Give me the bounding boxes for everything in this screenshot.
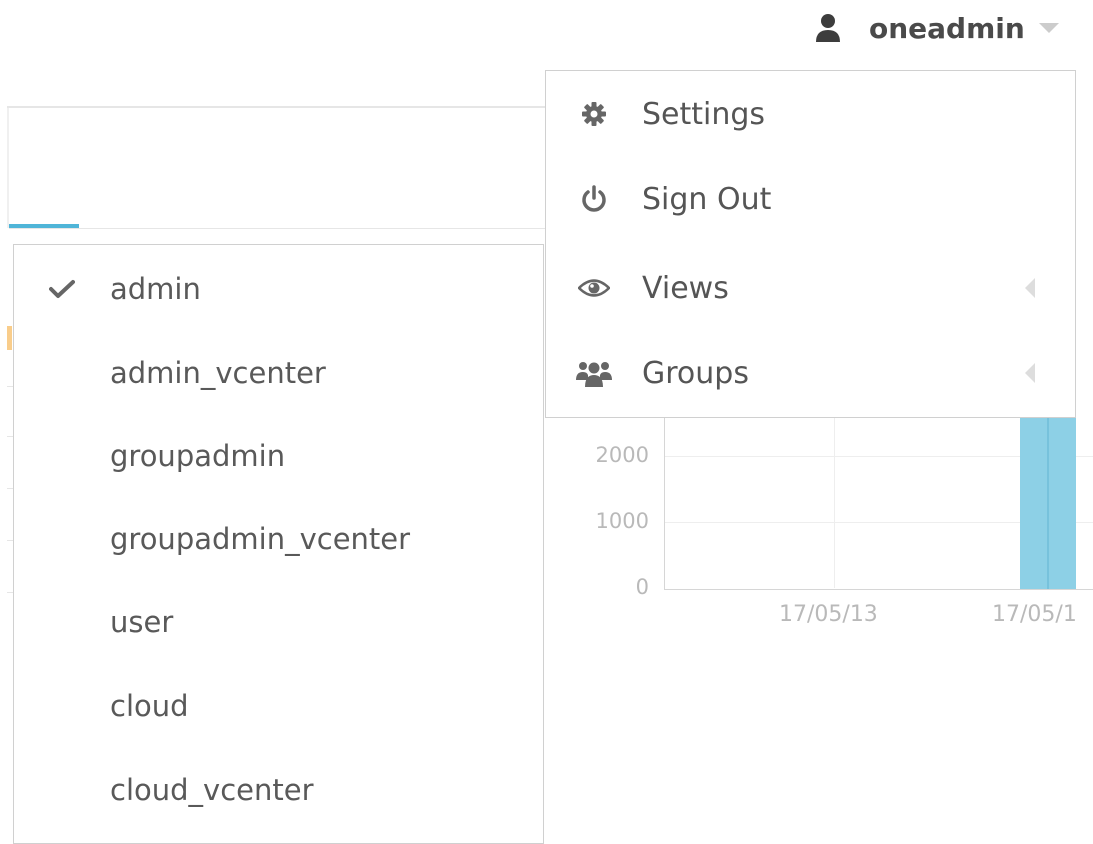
tab-divider bbox=[9, 228, 545, 229]
gear-icon bbox=[546, 101, 642, 127]
view-option-label: admin bbox=[110, 272, 201, 306]
view-option-label: cloud bbox=[110, 689, 189, 723]
y-tick-label: 0 bbox=[635, 575, 649, 599]
view-option-groupadmin[interactable]: groupadmin bbox=[14, 426, 543, 486]
status-marker bbox=[7, 326, 12, 350]
view-option-cloud-vcenter[interactable]: cloud_vcenter bbox=[14, 760, 543, 820]
menu-item-groups[interactable]: Groups bbox=[546, 343, 1075, 403]
view-option-admin-vcenter[interactable]: admin_vcenter bbox=[14, 343, 543, 403]
menu-item-label: Sign Out bbox=[642, 181, 772, 217]
users-icon bbox=[546, 358, 642, 388]
menu-item-label: Settings bbox=[642, 96, 766, 132]
chart-y-axis bbox=[664, 418, 665, 590]
menu-item-sign-out[interactable]: Sign Out bbox=[546, 169, 1075, 229]
x-tick-label: 17/05/13 bbox=[779, 602, 878, 627]
header-divider bbox=[7, 106, 547, 108]
submenu-arrow-icon bbox=[1025, 363, 1035, 383]
view-option-label: groupadmin bbox=[110, 439, 286, 473]
view-option-groupadmin-vcenter[interactable]: groupadmin_vcenter bbox=[14, 509, 543, 569]
menu-item-views[interactable]: Views bbox=[546, 258, 1075, 318]
panel-edge bbox=[7, 108, 9, 228]
usage-chart: 2000 1000 0 17/05/13 17/05/1 bbox=[545, 418, 1093, 648]
chart-x-axis bbox=[664, 589, 1093, 590]
view-option-cloud[interactable]: cloud bbox=[14, 676, 543, 736]
eye-icon bbox=[546, 277, 642, 299]
menu-item-label: Groups bbox=[642, 355, 749, 391]
submenu-arrow-icon bbox=[1025, 278, 1035, 298]
user-icon bbox=[815, 13, 845, 43]
y-tick-label: 2000 bbox=[595, 443, 649, 467]
chart-bar-divider bbox=[1047, 418, 1049, 589]
y-tick-label: 1000 bbox=[595, 509, 649, 533]
user-menu-toggle[interactable]: oneadmin bbox=[815, 10, 1059, 46]
view-option-label: admin_vcenter bbox=[110, 356, 326, 390]
view-option-label: user bbox=[110, 605, 174, 639]
menu-item-label: Views bbox=[642, 270, 729, 306]
power-icon bbox=[546, 185, 642, 213]
view-option-label: groupadmin_vcenter bbox=[110, 522, 411, 556]
view-option-label: cloud_vcenter bbox=[110, 773, 314, 807]
check-icon bbox=[14, 279, 110, 299]
caret-down-icon[interactable] bbox=[1038, 23, 1059, 33]
user-dropdown-menu: Settings Sign Out Views Groups bbox=[545, 70, 1076, 418]
view-option-user[interactable]: user bbox=[14, 592, 543, 652]
user-name[interactable]: oneadmin bbox=[869, 12, 1025, 45]
chart-gridline bbox=[834, 418, 835, 588]
menu-item-settings[interactable]: Settings bbox=[546, 84, 1075, 144]
views-submenu: admin admin_vcenter groupadmin groupadmi… bbox=[13, 244, 544, 844]
x-tick-label: 17/05/1 bbox=[992, 602, 1077, 627]
view-option-admin[interactable]: admin bbox=[14, 259, 543, 319]
